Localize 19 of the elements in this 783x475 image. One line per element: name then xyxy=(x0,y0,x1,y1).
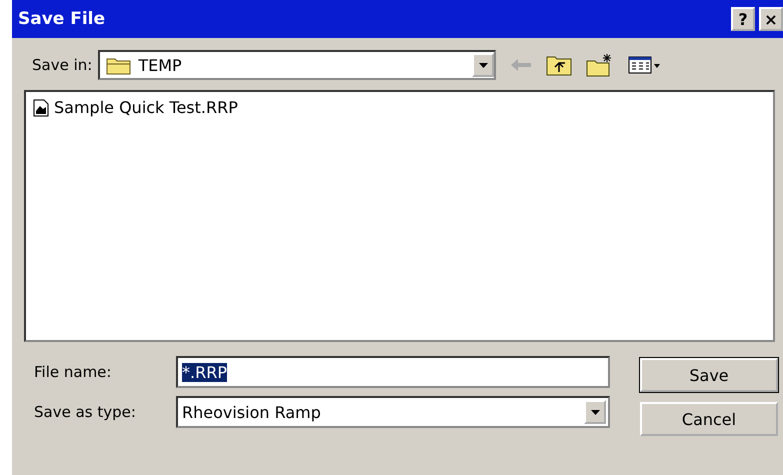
save-as-type-dropdown[interactable]: Rheovision Ramp xyxy=(176,396,610,428)
window-title: Save File xyxy=(18,9,106,29)
file-name-label: File name: xyxy=(34,363,112,381)
save-in-value: TEMP xyxy=(138,56,183,74)
close-button[interactable]: × xyxy=(759,7,783,31)
save-as-type-label: Save as type: xyxy=(34,403,137,421)
save-as-type-value: Rheovision Ramp xyxy=(182,402,321,422)
file-item[interactable]: Sample Quick Test.RRP xyxy=(30,96,240,119)
help-button[interactable]: ? xyxy=(731,7,755,31)
save-button[interactable]: Save xyxy=(640,358,778,392)
view-menu-icon[interactable] xyxy=(628,55,662,75)
cancel-button[interactable]: Cancel xyxy=(640,402,778,436)
document-icon xyxy=(32,98,50,116)
file-name: Sample Quick Test.RRP xyxy=(54,98,238,117)
file-name-value: *.RRP xyxy=(182,362,227,382)
file-name-field[interactable]: *.RRP xyxy=(176,356,610,388)
up-folder-icon[interactable] xyxy=(546,54,572,76)
save-in-label: Save in: xyxy=(32,56,92,74)
save-in-dropdown[interactable]: TEMP xyxy=(98,50,496,80)
